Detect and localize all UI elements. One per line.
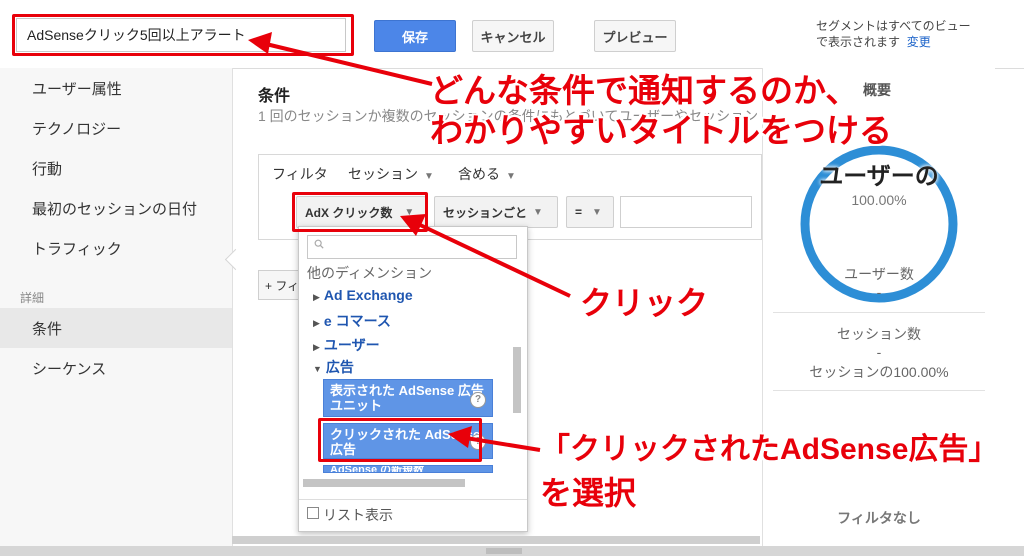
chevron-down-icon: ▼ — [592, 206, 602, 218]
scope-label: セッション — [348, 166, 418, 182]
other-dimensions-header: 他のディメンション — [307, 265, 433, 281]
collapse-arrow-icon: ▼ — [313, 364, 322, 374]
segment-sidebar: ユーザー属性 テクノロジー 行動 最初のセッションの日付 トラフィック 詳細 条… — [0, 68, 233, 546]
sidebar-item-conditions[interactable]: 条件 — [0, 308, 232, 348]
sidebar-item-label: 行動 — [32, 160, 63, 178]
option-adsense-ad-units-viewed[interactable]: 表示された AdSense 広告ユニット? — [323, 379, 493, 417]
dimension-search-input[interactable] — [307, 235, 517, 259]
annotation-title-line2: わかりやすいタイトルをつける — [430, 112, 892, 149]
category-label: Ad Exchange — [323, 287, 413, 303]
sidebar-item-label: シーケンス — [32, 360, 107, 378]
annotation-click: クリック — [580, 285, 709, 321]
sessions-percent: セッションの100.00% — [809, 364, 949, 380]
no-filter-label: フィルタなし — [837, 510, 921, 526]
category-ad-exchange[interactable]: ▶ Ad Exchange — [313, 287, 413, 303]
chevron-down-icon: ▼ — [506, 171, 516, 182]
change-link[interactable]: 変更 — [907, 35, 931, 49]
expand-arrow-icon: ▶ — [313, 292, 320, 302]
category-ecommerce[interactable]: ▶ e コマース — [313, 311, 391, 331]
sidebar-item-label: 条件 — [32, 320, 63, 338]
sidebar-item-traffic[interactable]: トラフィック — [0, 228, 232, 268]
highlight-dimension-box — [292, 192, 428, 232]
ring-percent: 100.00% — [851, 192, 907, 208]
annotation-select-line1: 「クリックされたAdSense広告」 — [540, 433, 999, 466]
cancel-button[interactable]: キャンセル — [472, 20, 554, 52]
ring-label: ユーザーの — [819, 163, 939, 190]
preview-button[interactable]: プレビュー — [594, 20, 676, 52]
chevron-down-icon: ▼ — [424, 171, 434, 182]
sidebar-section-advanced: 詳細 — [20, 291, 45, 305]
users-label: ユーザー数 — [844, 266, 914, 282]
vertical-scrollbar[interactable] — [513, 347, 521, 413]
sidebar-item-behavior[interactable]: 行動 — [0, 148, 232, 188]
include-label: 含める — [458, 166, 500, 182]
users-value: - — [876, 284, 882, 300]
option-label: AdSense の新規数 — [330, 465, 425, 473]
summary-divider — [773, 390, 985, 391]
save-button[interactable]: 保存 — [374, 20, 456, 52]
highlight-title-box — [12, 14, 354, 56]
expand-arrow-icon: ▶ — [313, 318, 320, 328]
highlight-option-box — [318, 418, 482, 462]
help-icon[interactable]: ? — [470, 392, 486, 408]
sidebar-item-technology[interactable]: テクノロジー — [0, 108, 232, 148]
scope-dropdown[interactable]: セッション ▼ — [348, 164, 434, 184]
sidebar-item-label: トラフィック — [32, 240, 122, 258]
option-adsense-partial[interactable]: AdSense の新規数 — [323, 465, 493, 473]
note-line-2: で表示されます — [816, 35, 901, 49]
sidebar-item-label: ユーザー属性 — [32, 80, 122, 98]
sidebar-item-first-session-date[interactable]: 最初のセッションの日付 — [0, 188, 232, 228]
filter-label: フィルタ — [272, 166, 328, 182]
resize-grip-icon[interactable] — [486, 548, 522, 554]
category-label: e コマース — [323, 313, 391, 329]
operator-label: = — [575, 205, 583, 219]
summary-title: 概要 — [863, 82, 891, 98]
note-line-1: セグメントはすべてのビュー — [816, 19, 971, 33]
category-label: ユーザー — [323, 337, 380, 353]
sidebar-item-label: 最初のセッションの日付 — [32, 200, 198, 218]
category-label: 広告 — [325, 359, 354, 375]
category-ads[interactable]: ▼ 広告 — [313, 357, 354, 377]
dimension-picker: 他のディメンション ▶ Ad Exchange ▶ e コマース ▶ ユーザー ▼ 広告… — [298, 226, 528, 532]
annotation-select-line2: を選択 — [540, 475, 637, 511]
search-icon — [314, 239, 324, 249]
page-title: 条件 — [258, 88, 291, 105]
expand-arrow-icon: ▶ — [313, 342, 320, 352]
list-view-checkbox[interactable] — [307, 507, 319, 519]
segment-visibility-note: セグメントはすべてのビュー で表示されます 変更 — [816, 18, 1016, 50]
horizontal-scrollbar[interactable] — [303, 479, 465, 487]
per-chip-label: セッションごと — [443, 205, 528, 220]
include-dropdown[interactable]: 含める ▼ — [458, 164, 516, 184]
sidebar-item-demographics[interactable]: ユーザー属性 — [0, 68, 232, 108]
panel-divider — [299, 499, 527, 500]
operator-dropdown[interactable]: = ▼ — [566, 196, 614, 228]
sidebar-item-sequences[interactable]: シーケンス — [0, 348, 232, 388]
value-input[interactable] — [620, 196, 752, 228]
main-horizontal-scrollbar[interactable] — [232, 536, 760, 544]
category-users[interactable]: ▶ ユーザー — [313, 335, 380, 355]
option-label: 表示された AdSense 広告ユニット — [330, 383, 484, 413]
list-view-label: リスト表示 — [323, 507, 393, 523]
sessions-value: - — [876, 344, 882, 360]
summary-divider — [773, 312, 985, 313]
sessions-label: セッション数 — [837, 326, 921, 342]
per-session-dropdown[interactable]: セッションごと ▼ — [434, 196, 558, 228]
chevron-down-icon: ▼ — [533, 206, 543, 218]
sidebar-item-label: テクノロジー — [32, 120, 122, 138]
